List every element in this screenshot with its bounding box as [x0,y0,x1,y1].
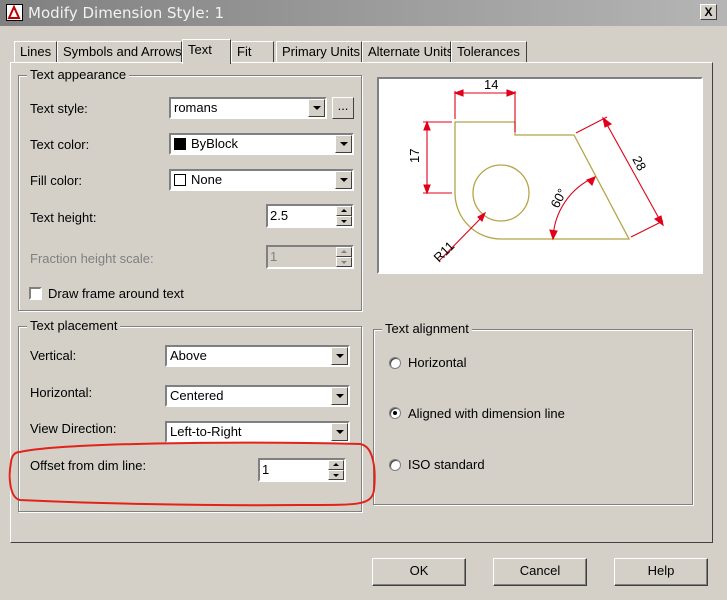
radio-iso-standard[interactable] [389,459,401,471]
vertical-value: Above [170,348,207,363]
text-height-spinner[interactable]: 2.5 [266,204,354,228]
dim-left-label: 17 [407,149,422,163]
spin-down-icon[interactable] [336,216,352,226]
horizontal-value: Centered [170,388,224,403]
tab-fit[interactable]: Fit [231,41,274,63]
radio-iso-label[interactable]: ISO standard [408,457,485,472]
offset-value: 1 [262,462,270,477]
chevron-down-icon[interactable] [331,387,348,405]
dim-angle-label: 60° [547,186,569,210]
color-swatch-icon [174,138,186,150]
cancel-button[interactable]: Cancel [493,558,587,586]
text-style-value: romans [174,100,218,115]
tab-lines[interactable]: Lines [14,41,57,63]
dimension-preview-drawing: 14 17 28 60° R11 [407,77,664,265]
text-height-value: 2.5 [270,208,289,223]
radio-horizontal[interactable] [389,357,401,369]
text-style-select[interactable]: romans [169,97,327,119]
text-alignment-title: Text alignment [382,321,472,337]
vertical-select[interactable]: Above [165,345,350,367]
radio-horizontal-label[interactable]: Horizontal [408,355,467,370]
dim-top-label: 14 [484,79,498,92]
close-button[interactable]: X [700,4,717,20]
chevron-down-icon[interactable] [335,135,352,153]
tab-alternate-units[interactable]: Alternate Units [362,41,453,63]
autocad-app-icon [6,4,23,21]
dimension-preview: 14 17 28 60° R11 [377,77,703,274]
fill-color-select[interactable]: None [169,169,354,191]
text-style-label: Text style: [30,101,88,116]
vertical-label: Vertical: [30,348,77,363]
offset-spinner[interactable]: 1 [258,458,346,482]
tab-symbols-and-arrows[interactable]: Symbols and Arrows [57,41,182,63]
spin-up-icon[interactable] [328,460,344,470]
view-direction-select[interactable]: Left-to-Right [165,421,350,443]
spin-down-icon[interactable] [336,257,352,267]
tab-tolerances[interactable]: Tolerances [451,41,527,63]
ok-button[interactable]: OK [372,558,466,586]
fraction-height-value: 1 [270,249,278,264]
title-bar: Modify Dimension Style: 1 X [0,0,727,26]
spin-up-icon[interactable] [336,247,352,257]
tab-text[interactable]: Text [182,39,231,64]
color-swatch-icon [174,174,186,186]
text-appearance-title: Text appearance [27,67,130,83]
draw-frame-checkbox[interactable] [29,287,42,300]
fill-color-value: None [191,172,223,187]
text-color-value: ByBlock [191,136,238,151]
chevron-down-icon[interactable] [308,99,325,117]
spin-down-icon[interactable] [328,470,344,480]
text-color-label: Text color: [30,137,90,152]
radio-aligned-label[interactable]: Aligned with dimension line [408,406,565,421]
draw-frame-label[interactable]: Draw frame around text [48,286,184,301]
text-color-select[interactable]: ByBlock [169,133,354,155]
dim-radius-label: R11 [431,238,458,265]
chevron-down-icon[interactable] [335,171,352,189]
fill-color-label: Fill color: [30,173,83,188]
view-direction-label: View Direction: [30,421,117,436]
horizontal-select[interactable]: Centered [165,385,350,407]
radio-aligned-with-dimension-line[interactable] [389,407,401,419]
tab-primary-units[interactable]: Primary Units [276,41,362,63]
offset-label: Offset from dim line: [30,458,147,473]
text-style-browse-button[interactable]: ... [332,97,354,119]
spin-up-icon[interactable] [336,206,352,216]
fraction-height-label: Fraction height scale: [30,251,154,266]
chevron-down-icon[interactable] [331,423,348,441]
window-title: Modify Dimension Style: 1 [28,4,225,22]
fraction-height-spinner[interactable]: 1 [266,245,354,269]
horizontal-label: Horizontal: [30,385,93,400]
chevron-down-icon[interactable] [331,347,348,365]
text-placement-title: Text placement [27,318,121,334]
text-height-label: Text height: [30,210,97,225]
view-direction-value: Left-to-Right [170,424,242,439]
help-button[interactable]: Help [614,558,708,586]
